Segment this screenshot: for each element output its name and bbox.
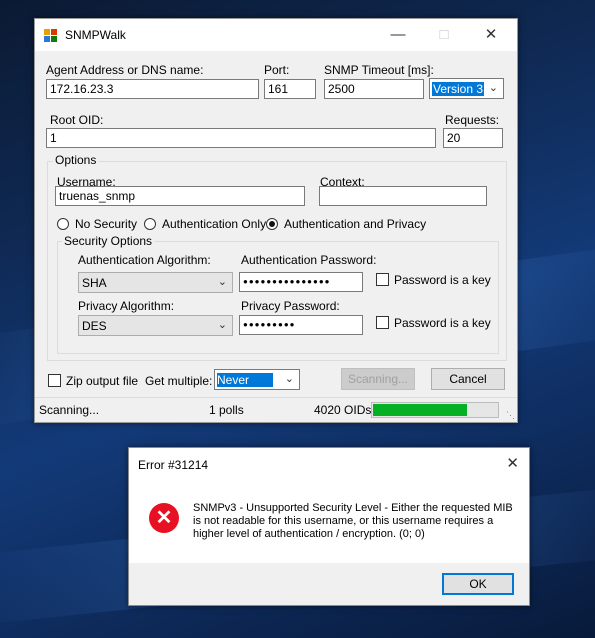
- close-icon[interactable]: ✕: [506, 454, 519, 472]
- auth-password-label: Authentication Password:: [241, 253, 377, 267]
- port-input[interactable]: 161: [264, 79, 316, 99]
- minimize-icon[interactable]: —: [375, 19, 421, 51]
- error-message: SNMPv3 - Unsupported Security Level - Ei…: [193, 502, 513, 540]
- status-text: Scanning...: [39, 403, 100, 417]
- scan-progress-bar: [371, 402, 499, 418]
- ok-button[interactable]: OK: [442, 573, 514, 595]
- zip-output-label: Zip output file: [66, 374, 139, 388]
- scan-progress-fill: [373, 404, 467, 416]
- timeout-input[interactable]: 2500: [324, 79, 424, 99]
- resize-grip-icon[interactable]: ⋱: [506, 410, 515, 421]
- snmp-version-value: Version 3: [432, 82, 485, 96]
- root-oid-label: Root OID:: [50, 113, 104, 127]
- radio-auth-only-label: Authentication Only: [162, 217, 267, 231]
- chevron-down-icon: ⌄: [284, 373, 294, 385]
- root-oid-input[interactable]: 1: [46, 128, 436, 148]
- maximize-icon[interactable]: □: [421, 19, 467, 51]
- radio-auth-privacy-label: Authentication and Privacy: [284, 217, 427, 231]
- auth-algorithm-select[interactable]: SHA ⌄: [78, 272, 233, 293]
- zip-output-checkbox[interactable]: [48, 374, 61, 387]
- error-icon: ✕: [149, 503, 179, 533]
- privacy-algorithm-value: DES: [82, 319, 107, 333]
- close-icon[interactable]: ✕: [468, 19, 514, 51]
- requests-label: Requests:: [445, 113, 500, 127]
- agent-address-input[interactable]: 172.16.23.3: [46, 79, 259, 99]
- agent-address-label: Agent Address or DNS name:: [46, 63, 204, 77]
- polls-count: 1 polls: [209, 403, 244, 417]
- title-bar[interactable]: SNMPWalk — □ ✕: [35, 19, 517, 51]
- chevron-down-icon: ⌄: [217, 276, 227, 288]
- context-input[interactable]: [319, 186, 487, 206]
- snmpwalk-window: SNMPWalk — □ ✕ Agent Address or DNS name…: [34, 18, 518, 423]
- security-options-legend: Security Options: [62, 234, 155, 248]
- auth-algorithm-label: Authentication Algorithm:: [78, 253, 211, 267]
- username-input[interactable]: truenas_snmp: [55, 186, 305, 206]
- scanning-button[interactable]: Scanning...: [341, 368, 415, 390]
- requests-input[interactable]: 20: [443, 128, 503, 148]
- snmpwalk-app-icon: [44, 29, 57, 42]
- privacy-algorithm-label: Privacy Algorithm:: [78, 299, 175, 313]
- get-multiple-select[interactable]: Never ⌄: [214, 369, 300, 390]
- auth-algorithm-value: SHA: [82, 276, 107, 290]
- privacy-password-label: Privacy Password:: [241, 299, 340, 313]
- cancel-button[interactable]: Cancel: [431, 368, 505, 390]
- privacy-password-is-key-checkbox[interactable]: [376, 316, 389, 329]
- radio-auth-privacy[interactable]: [266, 218, 278, 230]
- oids-count: 4020 OIDs: [314, 403, 372, 417]
- chevron-down-icon: ⌄: [488, 82, 498, 94]
- radio-no-security[interactable]: [57, 218, 69, 230]
- get-multiple-label: Get multiple:: [145, 374, 213, 388]
- timeout-label: SNMP Timeout [ms]:: [324, 63, 434, 77]
- port-label: Port:: [264, 63, 290, 77]
- snmp-version-select[interactable]: Version 3 ⌄: [429, 78, 504, 99]
- radio-auth-only[interactable]: [144, 218, 156, 230]
- radio-no-security-label: No Security: [75, 217, 138, 231]
- auth-password-input[interactable]: ●●●●●●●●●●●●●●●: [239, 272, 363, 292]
- privacy-password-input[interactable]: ●●●●●●●●●: [239, 315, 363, 335]
- options-legend: Options: [53, 153, 99, 167]
- chevron-down-icon: ⌄: [217, 319, 227, 331]
- privacy-algorithm-select[interactable]: DES ⌄: [78, 315, 233, 336]
- privacy-password-is-key-label: Password is a key: [394, 316, 491, 330]
- auth-password-is-key-label: Password is a key: [394, 273, 491, 287]
- status-bar: Scanning... 1 polls 4020 OIDs ⋱: [35, 397, 517, 422]
- get-multiple-value: Never: [217, 373, 273, 387]
- window-title: SNMPWalk: [65, 28, 126, 42]
- error-dialog: Error #31214 ✕ ✕ SNMPv3 - Unsupported Se…: [128, 447, 530, 606]
- auth-password-is-key-checkbox[interactable]: [376, 273, 389, 286]
- dialog-title: Error #31214: [138, 458, 209, 472]
